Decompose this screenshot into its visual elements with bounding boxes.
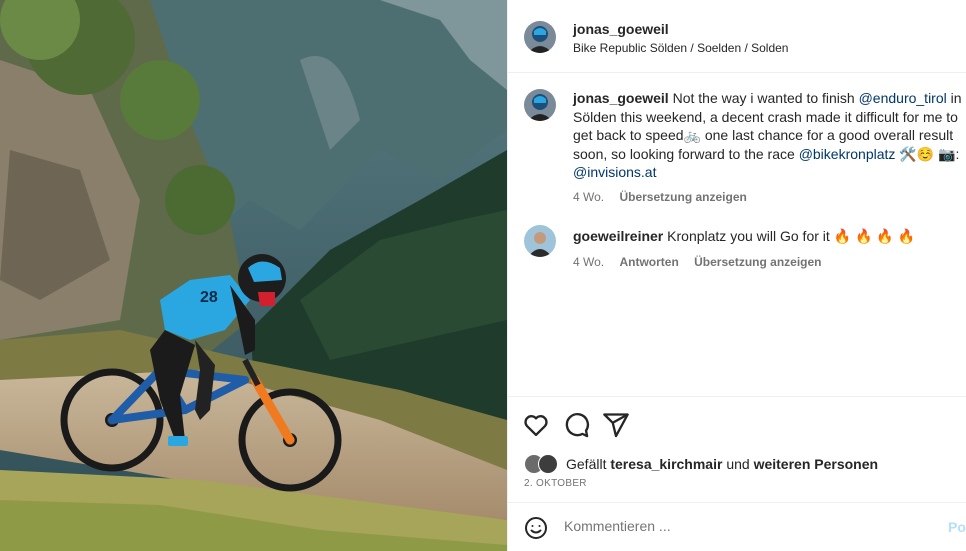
mention-bikekronplatz[interactable]: @bikekronplatz bbox=[799, 146, 896, 162]
mention-invisions[interactable]: @invisions.at bbox=[573, 164, 656, 180]
post-photo[interactable]: 28 bbox=[0, 0, 507, 551]
liker-username[interactable]: teresa_kirchmair bbox=[610, 456, 722, 472]
commenter-avatar[interactable] bbox=[524, 225, 556, 257]
post-details-panel: jonas_goeweil Bike Republic Sölden / Soe… bbox=[507, 0, 966, 551]
comment-body: goeweilreiner Kronplatz you will Go for … bbox=[573, 227, 965, 271]
liker-avatar bbox=[538, 454, 558, 474]
heart-icon[interactable] bbox=[522, 411, 550, 439]
mention-enduro-tirol[interactable]: @enduro_tirol bbox=[859, 90, 947, 106]
comment-meta: 4 Wo. Antworten Übersetzung anzeigen bbox=[573, 253, 965, 271]
liker-avatars[interactable] bbox=[524, 454, 562, 474]
commenter-username[interactable]: goeweilreiner bbox=[573, 228, 663, 244]
caption-emojis: 🛠️☺️ 📷: bbox=[895, 145, 960, 162]
comment-translate-link[interactable]: Übersetzung anzeigen bbox=[694, 255, 821, 269]
caption-time[interactable]: 4 Wo. bbox=[573, 190, 604, 204]
caption-username[interactable]: jonas_goeweil bbox=[573, 90, 669, 106]
comment-icon[interactable] bbox=[562, 411, 590, 439]
instagram-post: 28 jonas_goeweil Bike Republic Sölden / … bbox=[0, 0, 966, 551]
post-location[interactable]: Bike Republic Sölden / Soelden / Solden bbox=[573, 41, 788, 55]
likes-middle: und bbox=[726, 456, 750, 472]
send-icon[interactable] bbox=[602, 411, 630, 439]
post-header: jonas_goeweil Bike Republic Sölden / Soe… bbox=[508, 0, 966, 73]
mountain-bike-photo: 28 bbox=[0, 0, 507, 551]
caption-meta: 4 Wo. Übersetzung anzeigen bbox=[573, 188, 965, 207]
svg-text:28: 28 bbox=[200, 289, 218, 306]
likes-prefix: Gefällt bbox=[566, 456, 607, 472]
author-username[interactable]: jonas_goeweil bbox=[573, 21, 669, 37]
post-date[interactable]: 2. Oktober bbox=[524, 478, 587, 489]
caption-text-part-1: Not the way i wanted to finish bbox=[672, 90, 859, 106]
likes-summary: Gefällt teresa_kirchmair und weiteren Pe… bbox=[524, 454, 878, 474]
author-avatar[interactable] bbox=[524, 21, 556, 53]
comment-input[interactable] bbox=[564, 518, 924, 534]
fire-emojis: 🔥 🔥 🔥 🔥 bbox=[833, 228, 916, 244]
other-likers-link[interactable]: weiteren Personen bbox=[754, 456, 879, 472]
reply-link[interactable]: Antworten bbox=[619, 255, 678, 269]
caption-text: jonas_goeweil Not the way i wanted to fi… bbox=[573, 89, 965, 206]
comment-text: Kronplatz you will Go for it bbox=[667, 228, 830, 244]
caption-translate-link[interactable]: Übersetzung anzeigen bbox=[619, 190, 746, 204]
comment-composer: Posten bbox=[508, 502, 966, 551]
post-comment-button[interactable]: Posten bbox=[948, 519, 966, 535]
comment-time[interactable]: 4 Wo. bbox=[573, 255, 604, 269]
bicycle-emoji: 🚲 bbox=[683, 127, 701, 143]
caption-author-avatar[interactable] bbox=[524, 89, 556, 121]
smiley-icon[interactable] bbox=[524, 516, 548, 540]
